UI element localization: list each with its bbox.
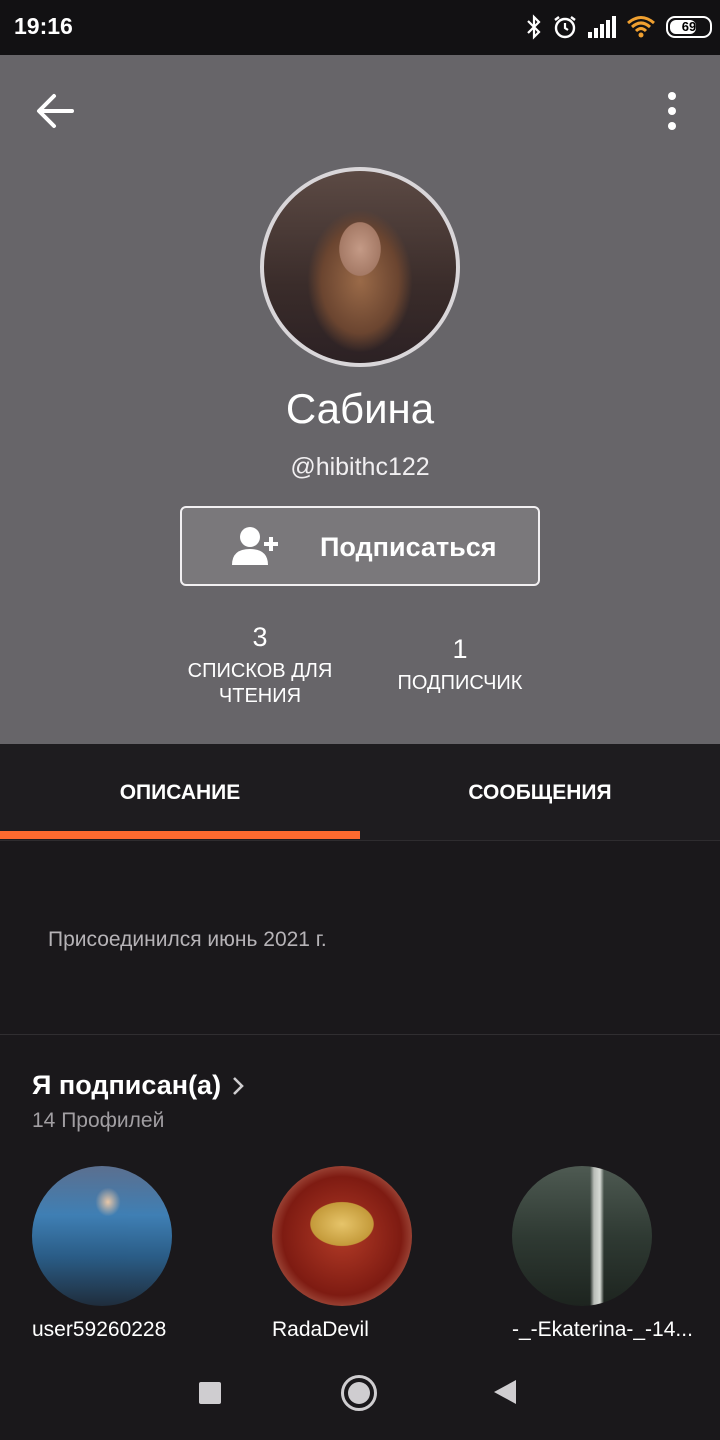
active-tab-indicator bbox=[0, 831, 360, 839]
tab-description[interactable]: ОПИСАНИЕ bbox=[0, 744, 360, 840]
following-user-card[interactable]: -_-Ekaterina-_-14... bbox=[512, 1166, 712, 1342]
back-arrow-icon bbox=[37, 94, 74, 128]
section-divider bbox=[0, 1034, 720, 1035]
user-name: -_-Ekaterina-_-14... bbox=[512, 1318, 693, 1341]
user-avatar bbox=[32, 1166, 172, 1306]
alarm-icon bbox=[554, 16, 576, 39]
profile-header: Сабина @hibithc122 Подписаться 3 СПИСКОВ… bbox=[0, 55, 720, 744]
reading-lists-count: 3 bbox=[252, 622, 268, 652]
following-section-title[interactable]: Я подписан(а) bbox=[32, 1070, 245, 1101]
following-count: 14 Профилей bbox=[32, 1109, 165, 1132]
recents-button[interactable] bbox=[199, 1382, 221, 1404]
system-nav-bar bbox=[0, 1346, 720, 1440]
avatar-image bbox=[264, 171, 456, 363]
signal-icon bbox=[588, 16, 616, 38]
status-bar: 19:16 69 bbox=[0, 0, 720, 55]
followers-count: 1 bbox=[452, 634, 468, 664]
user-name: RadaDevil bbox=[272, 1318, 369, 1341]
wifi-icon bbox=[627, 16, 655, 38]
more-options-button[interactable] bbox=[656, 91, 688, 131]
status-icons: 69 bbox=[526, 11, 712, 43]
back-button[interactable] bbox=[34, 93, 78, 129]
user-avatar bbox=[512, 1166, 652, 1306]
more-vertical-icon bbox=[668, 92, 676, 130]
chevron-right-icon bbox=[233, 1076, 244, 1095]
profile-name: Сабина bbox=[285, 385, 435, 432]
profile-avatar[interactable] bbox=[260, 167, 460, 367]
tab-messages[interactable]: СООБЩЕНИЯ bbox=[360, 744, 720, 840]
reading-lists-label: СПИСКОВ ДЛЯ ЧТЕНИЯ bbox=[187, 660, 333, 707]
bluetooth-icon bbox=[527, 14, 541, 40]
user-name: user59260228 bbox=[32, 1318, 167, 1341]
home-button[interactable] bbox=[341, 1375, 377, 1411]
add-user-icon bbox=[232, 527, 278, 565]
battery-level: 69 bbox=[681, 19, 697, 34]
follow-button-label: Подписаться bbox=[320, 532, 497, 562]
followers-stat[interactable]: 1 ПОДПИСЧИК bbox=[370, 634, 550, 696]
following-user-card[interactable]: RadaDevil bbox=[272, 1166, 472, 1342]
user-avatar bbox=[272, 1166, 412, 1306]
profile-handle: @hibithc122 bbox=[290, 453, 430, 481]
battery-icon: 69 bbox=[666, 16, 712, 38]
following-title-text: Я подписан(а) bbox=[32, 1070, 222, 1100]
followers-label: ПОДПИСЧИК bbox=[397, 672, 523, 694]
joined-date: Присоединился июнь 2021 г. bbox=[48, 928, 327, 951]
status-time: 19:16 bbox=[14, 13, 73, 39]
reading-lists-stat[interactable]: 3 СПИСКОВ ДЛЯ ЧТЕНИЯ bbox=[170, 622, 350, 709]
system-back-button[interactable] bbox=[494, 1380, 516, 1404]
following-user-card[interactable]: user59260228 bbox=[32, 1166, 232, 1342]
follow-button[interactable]: Подписаться bbox=[180, 506, 540, 586]
profile-tabs: ОПИСАНИЕ СООБЩЕНИЯ bbox=[0, 744, 720, 841]
